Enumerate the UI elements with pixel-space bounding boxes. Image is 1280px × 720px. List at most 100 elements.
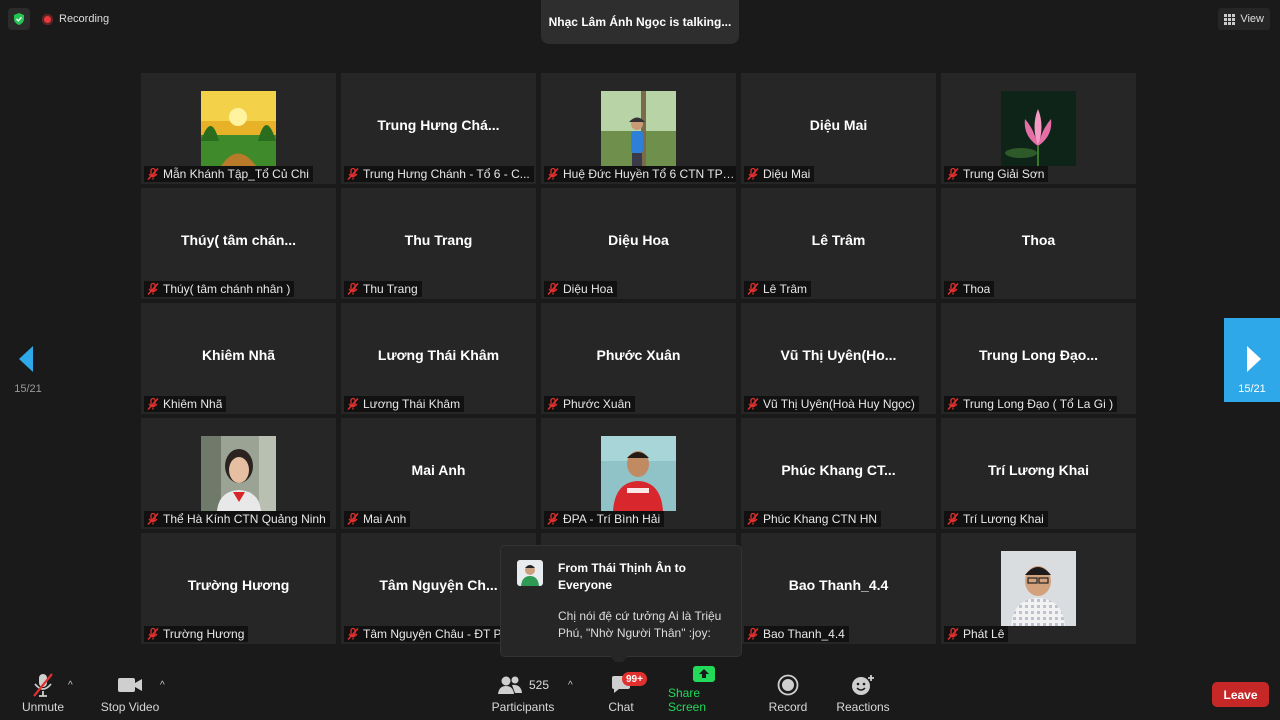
muted-mic-icon [147,397,159,411]
participants-button[interactable]: 525 Participants [490,662,556,720]
participant-tile[interactable]: Trung Long Đạo... Trung Long Đạo ( Tổ La… [941,303,1136,414]
participant-name-label: Lương Thái Khâm [363,397,461,411]
participant-display-name: Khiêm Nhã [201,347,276,363]
participants-options-caret-icon[interactable]: ^ [568,680,573,691]
muted-mic-icon [347,512,359,526]
muted-mic-icon [147,512,159,526]
muted-mic-icon [547,282,559,296]
participant-tile[interactable]: Phúc Khang CT... Phúc Khang CTN HN [741,418,936,529]
participant-name-label: Trung Giải Sơn [963,167,1045,181]
share-screen-label: Share Screen [668,686,707,714]
talking-indicator: Nhạc Lâm Ánh Ngọc is talking... [541,0,739,44]
muted-mic-icon [347,397,359,411]
participant-name-label: Khiêm Nhã [163,397,223,411]
stop-video-label: Stop Video [100,700,160,714]
recording-indicator[interactable]: Recording [36,8,115,30]
chat-unread-badge: 99+ [622,672,647,686]
participant-tile[interactable]: Phước Xuân Phước Xuân [541,303,736,414]
participant-display-name: Mai Anh [411,462,466,478]
view-button[interactable]: View [1218,8,1270,30]
participant-display-name: Trung Hưng Chá... [377,117,500,133]
video-options-caret-icon[interactable]: ^ [160,680,165,691]
audio-options-caret-icon[interactable]: ^ [68,680,73,691]
participant-display-name: Lê Trâm [811,232,866,248]
muted-mic-icon [747,282,759,296]
participant-name-label: Phát Lê [963,627,1005,641]
chat-button[interactable]: Chat [600,662,642,720]
participants-label: Participants [491,700,555,714]
participant-tile[interactable]: Trung Hưng Chá... Trung Hưng Chánh - Tổ … [341,73,536,184]
participant-tile[interactable]: Thoa Thoa [941,188,1136,299]
participant-display-name: Phước Xuân [596,347,681,363]
participant-display-name: Thúy( tâm chán... [180,232,297,248]
record-button[interactable]: Record [762,662,814,720]
view-label: View [1240,13,1264,25]
meeting-toolbar: Unmute ^ Stop Video ^ 525 Participants ^… [0,662,1280,720]
participant-tile[interactable]: Trường Hương Trường Hương [141,533,336,644]
share-screen-button[interactable]: Share Screen [668,662,740,720]
participant-tile[interactable]: Mẫn Khánh Tập_Tổ Củ Chi [141,73,336,184]
participant-tile[interactable]: Thu Trang Thu Trang [341,188,536,299]
avatar [1001,551,1076,626]
participant-tile[interactable]: Trung Giải Sơn [941,73,1136,184]
record-icon [777,674,799,696]
participant-name-label: Mai Anh [363,512,407,526]
participant-display-name: Thu Trang [404,232,473,248]
participant-tile[interactable]: Lương Thái Khâm Lương Thái Khâm [341,303,536,414]
participant-display-name: Phúc Khang CT... [781,462,896,478]
participant-tile[interactable]: Diệu Mai Diệu Mai [741,73,936,184]
participant-tile[interactable]: Thúy( tâm chán... Thúy( tâm chánh nhân ) [141,188,336,299]
avatar [1001,91,1076,166]
reactions-button[interactable]: Reactions [834,662,892,720]
participant-tile[interactable]: Vũ Thị Uyên(Ho... Vũ Thị Uyên(Hoà Huy Ng… [741,303,936,414]
unmute-label: Unmute [21,700,65,714]
reactions-label: Reactions [836,700,890,714]
chat-notification-popup[interactable]: From Thái Thịnh Ân to Everyone Chị nói đ… [501,546,741,656]
chat-message: Chị nói đệ cứ tưởng Ai là Triệu Phú, "Nh… [558,609,722,640]
participant-name-label: Phúc Khang CTN HN [763,512,878,526]
participant-tile[interactable]: Phát Lê [941,533,1136,644]
recording-dot-icon [42,13,53,25]
participant-tile[interactable]: Khiêm Nhã Khiêm Nhã [141,303,336,414]
participant-tile[interactable]: ĐPA - Trí Bình Hải [541,418,736,529]
participant-tile[interactable]: Lê Trâm Lê Trâm [741,188,936,299]
unmute-button[interactable]: Unmute [18,662,68,720]
participant-tile[interactable]: Diệu Hoa Diệu Hoa [541,188,736,299]
leave-button[interactable]: Leave [1212,682,1269,707]
sender-avatar [517,560,543,586]
participant-tile[interactable]: Huệ Đức Huyền Tổ 6 CTN TP ... [541,73,736,184]
participant-name-label: Trung Long Đạo ( Tổ La Gi ) [963,397,1114,411]
participant-tile[interactable]: Trí Lương Khai Trí Lương Khai [941,418,1136,529]
participant-name-label: Thúy( tâm chánh nhân ) [163,282,291,296]
participant-tile[interactable]: Mai Anh Mai Anh [341,418,536,529]
avatar [601,436,676,511]
participant-tile[interactable]: Bao Thanh_4.4 Bao Thanh_4.4 [741,533,936,644]
muted-mic-icon [747,167,759,181]
participant-display-name: Bao Thanh_4.4 [788,577,889,593]
participant-name-label: Thoa [963,282,991,296]
page-indicator-left: 15/21 [14,383,42,395]
participant-display-name: Trường Hương [187,577,290,593]
muted-mic-icon [147,167,159,181]
participant-name-label: Huệ Đức Huyền Tổ 6 CTN TP ... [563,167,735,181]
participant-tile[interactable]: Thể Hà Kính CTN Quảng Ninh [141,418,336,529]
stop-video-button[interactable]: Stop Video [100,662,160,720]
participant-name-label: Lê Trâm [763,282,808,296]
participant-name-label: Diệu Mai [763,167,811,181]
muted-mic-icon [947,282,959,296]
video-camera-icon [118,678,142,692]
muted-mic-icon [347,627,359,641]
participant-display-name: Diệu Hoa [608,232,669,248]
muted-mic-icon [547,167,559,181]
participant-name-label: Mẫn Khánh Tập_Tổ Củ Chi [163,167,309,181]
participant-display-name: Thoa [1021,232,1056,248]
participant-display-name: Lương Thái Khâm [377,347,500,363]
participant-name-label: Trung Hưng Chánh - Tổ 6 - C... [363,167,530,181]
chat-label: Chat [608,700,634,714]
muted-mic-icon [947,397,959,411]
muted-mic-icon [547,512,559,526]
avatar [201,436,276,511]
muted-mic-icon [347,167,359,181]
security-shield-icon[interactable] [8,8,30,30]
participant-name-label: Tâm Nguyện Châu - ĐT Pl [363,627,505,641]
